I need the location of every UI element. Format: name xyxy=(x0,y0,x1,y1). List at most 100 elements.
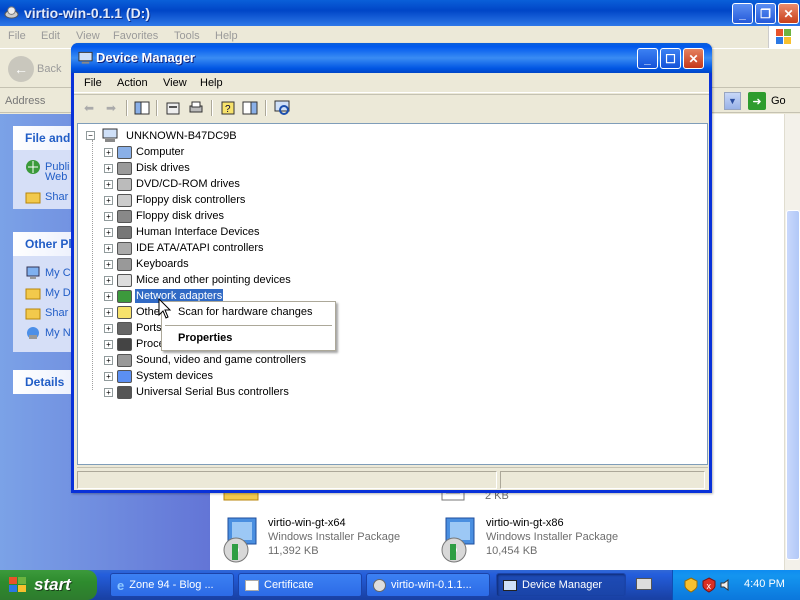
explorer-scrollbar[interactable] xyxy=(784,114,800,570)
category-label[interactable]: Floppy disk drives xyxy=(135,209,225,223)
dm-menu-action[interactable]: Action xyxy=(117,77,148,89)
expand-icon[interactable]: + xyxy=(104,195,113,205)
category-label[interactable]: Floppy disk controllers xyxy=(135,193,246,207)
device-tree[interactable]: − UNKNOWN-B47DC9B + Computer + Disk drives +… xyxy=(77,123,708,465)
close-button[interactable]: ✕ xyxy=(778,3,799,24)
back-arrow-icon[interactable]: ← xyxy=(8,56,34,82)
tree-category[interactable]: + Proce xyxy=(104,336,166,352)
properties-icon[interactable] xyxy=(164,99,182,117)
tree-category[interactable]: + Mice and other pointing devices xyxy=(104,272,292,288)
task-share[interactable]: Shar xyxy=(25,189,68,205)
security-alert-icon[interactable]: x xyxy=(701,577,717,593)
go-button[interactable]: Go xyxy=(771,95,786,107)
menu-tools[interactable]: Tools xyxy=(174,30,200,42)
menu-scan-hardware[interactable]: Scan for hardware changes xyxy=(178,306,313,318)
help-icon[interactable]: ? xyxy=(219,99,237,117)
expand-icon[interactable]: + xyxy=(104,387,113,397)
menu-properties[interactable]: Properties xyxy=(178,332,232,344)
expand-icon[interactable]: + xyxy=(104,307,113,317)
tree-category[interactable]: + Floppy disk drives xyxy=(104,208,225,224)
place-shared[interactable]: Shar xyxy=(25,305,68,321)
tree-category[interactable]: + Othe xyxy=(104,304,161,320)
menu-edit[interactable]: Edit xyxy=(41,30,60,42)
category-label[interactable]: IDE ATA/ATAPI controllers xyxy=(135,241,265,255)
category-label[interactable]: Disk drives xyxy=(135,161,191,175)
minimize-button[interactable]: _ xyxy=(732,3,753,24)
back-label[interactable]: Back xyxy=(37,63,61,75)
view-toggle-icon[interactable] xyxy=(241,99,259,117)
category-label[interactable]: Ports xyxy=(135,321,163,335)
dm-menu-view[interactable]: View xyxy=(163,77,187,89)
dm-maximize-button[interactable]: ☐ xyxy=(660,48,681,69)
expand-icon[interactable]: + xyxy=(104,339,113,349)
tree-category[interactable]: + Disk drives xyxy=(104,160,191,176)
category-label[interactable]: Mice and other pointing devices xyxy=(135,273,292,287)
dm-menu-help[interactable]: Help xyxy=(200,77,223,89)
tree-category[interactable]: + Computer xyxy=(104,144,185,160)
device-manager-titlebar[interactable]: Device Manager _ ☐ ✕ xyxy=(71,43,712,73)
category-label[interactable]: Universal Serial Bus controllers xyxy=(135,385,290,399)
category-label[interactable]: Human Interface Devices xyxy=(135,225,261,239)
tree-category[interactable]: + Keyboards xyxy=(104,256,190,272)
place-my-network[interactable]: My N xyxy=(25,325,71,341)
go-arrow-icon[interactable]: ➜ xyxy=(748,92,766,110)
expand-icon[interactable]: + xyxy=(104,163,113,173)
tree-category[interactable]: + Sound, video and game controllers xyxy=(104,352,307,368)
menu-help[interactable]: Help xyxy=(215,30,238,42)
expand-icon[interactable]: + xyxy=(104,291,113,301)
file-virtio-win-gt-x64[interactable]: virtio-win-gt-x64 Windows Installer Pack… xyxy=(216,516,400,564)
menu-file[interactable]: File xyxy=(8,30,26,42)
place-my-documents[interactable]: My D xyxy=(25,285,71,301)
task-web[interactable]: Web xyxy=(45,171,67,183)
chevron-down-icon[interactable]: ▼ xyxy=(724,92,741,110)
expand-icon[interactable]: + xyxy=(104,227,113,237)
expand-icon[interactable]: + xyxy=(104,275,113,285)
start-button[interactable]: start xyxy=(0,570,97,600)
expand-icon[interactable]: + xyxy=(104,371,113,381)
print-icon[interactable] xyxy=(187,99,205,117)
explorer-titlebar[interactable]: virtio-win-0.1.1 (D:) _ ❐ ✕ xyxy=(0,0,800,26)
tree-category[interactable]: + Ports xyxy=(104,320,163,336)
forward-arrow-icon[interactable]: ➡ xyxy=(102,99,120,117)
security-shield-icon[interactable] xyxy=(683,577,699,593)
show-hide-tree-icon[interactable] xyxy=(133,99,151,117)
category-label[interactable]: DVD/CD-ROM drives xyxy=(135,177,241,191)
expand-icon[interactable]: + xyxy=(104,179,113,189)
scrollbar-thumb[interactable] xyxy=(786,210,800,560)
file-virtio-win-gt-x86[interactable]: virtio-win-gt-x86 Windows Installer Pack… xyxy=(434,516,618,564)
task-device-manager[interactable]: Device Manager xyxy=(496,573,626,597)
dm-close-button[interactable]: ✕ xyxy=(683,48,704,69)
collapse-icon[interactable]: − xyxy=(86,131,95,140)
dm-minimize-button[interactable]: _ xyxy=(637,48,658,69)
expand-icon[interactable]: + xyxy=(104,355,113,365)
place-my-computer[interactable]: My C xyxy=(25,265,71,281)
tree-category[interactable]: + Floppy disk controllers xyxy=(104,192,246,208)
task-certificate[interactable]: Certificate xyxy=(238,573,362,597)
task-ie-blog[interactable]: e Zone 94 - Blog ... xyxy=(110,573,234,597)
tree-root[interactable]: − UNKNOWN-B47DC9B xyxy=(86,128,238,143)
task-explorer[interactable]: virtio-win-0.1.1... xyxy=(366,573,490,597)
expand-icon[interactable]: + xyxy=(104,259,113,269)
expand-icon[interactable]: + xyxy=(104,211,113,221)
tree-category[interactable]: + System devices xyxy=(104,368,214,384)
category-label[interactable]: Keyboards xyxy=(135,257,190,271)
expand-icon[interactable]: + xyxy=(104,243,113,253)
category-label[interactable]: Othe xyxy=(135,305,161,319)
tree-category[interactable]: + Human Interface Devices xyxy=(104,224,261,240)
category-label[interactable]: System devices xyxy=(135,369,214,383)
tree-category[interactable]: + DVD/CD-ROM drives xyxy=(104,176,241,192)
volume-icon[interactable] xyxy=(719,577,735,593)
menu-view[interactable]: View xyxy=(76,30,100,42)
restore-button[interactable]: ❐ xyxy=(755,3,776,24)
back-arrow-icon[interactable]: ⬅ xyxy=(80,99,98,117)
category-label[interactable]: Sound, video and game controllers xyxy=(135,353,307,367)
expand-icon[interactable]: + xyxy=(104,323,113,333)
menu-favorites[interactable]: Favorites xyxy=(113,30,158,42)
expand-icon[interactable]: + xyxy=(104,147,113,157)
keyboard-icon[interactable] xyxy=(636,578,652,590)
tree-category[interactable]: + Universal Serial Bus controllers xyxy=(104,384,290,400)
category-label[interactable]: Computer xyxy=(135,145,185,159)
scan-hardware-icon[interactable] xyxy=(273,99,291,117)
dm-menu-file[interactable]: File xyxy=(84,77,102,89)
tree-category[interactable]: + IDE ATA/ATAPI controllers xyxy=(104,240,265,256)
